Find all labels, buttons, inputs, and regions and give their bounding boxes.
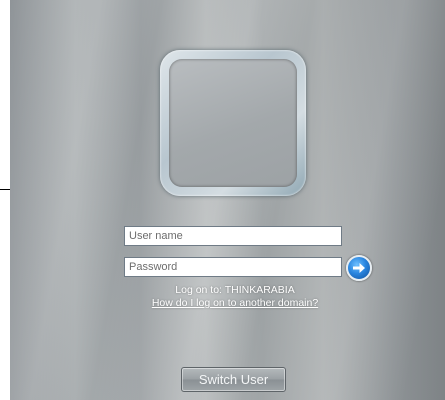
password-input[interactable]	[124, 257, 342, 277]
other-domain-link[interactable]: How do I log on to another domain?	[110, 297, 360, 309]
edge-fragment	[0, 169, 10, 191]
username-input[interactable]	[124, 226, 342, 246]
logon-screen: Log on to: THINKARABIA How do I log on t…	[10, 0, 445, 400]
submit-logon-button[interactable]	[346, 255, 372, 281]
logon-domain-text: Log on to: THINKARABIA	[175, 284, 295, 296]
user-tile-frame	[160, 50, 306, 196]
user-tile-picture	[169, 59, 297, 187]
switch-user-button[interactable]: Switch User	[181, 367, 286, 392]
